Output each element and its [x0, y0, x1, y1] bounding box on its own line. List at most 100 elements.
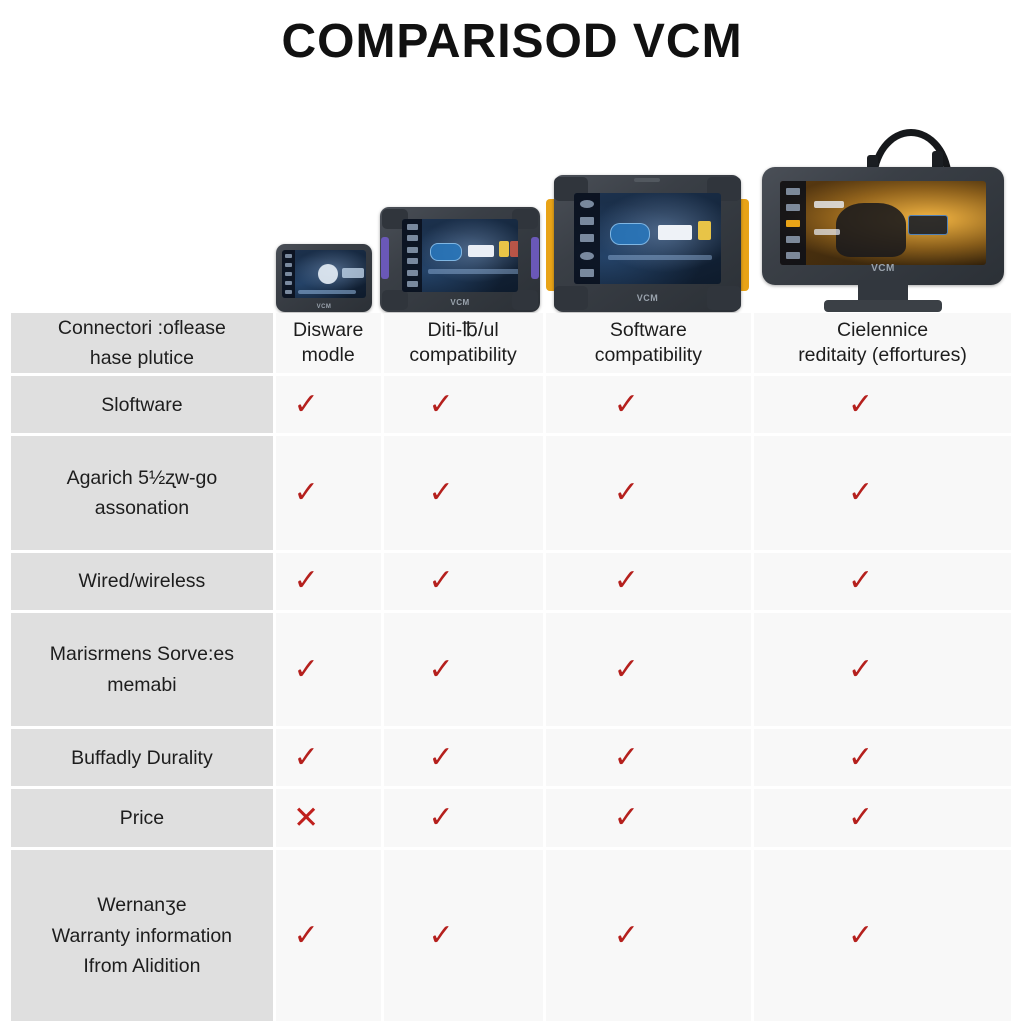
row-label-5: Buffadly Durality: [11, 729, 273, 787]
row-label-7: Wernanʒe Warranty information Ifrom Alid…: [11, 850, 273, 1021]
row-label-1-line-1: Sloftware: [101, 393, 183, 416]
column-header-1-line-1: Disware: [292, 318, 364, 341]
device-2-logo: VCM: [450, 298, 470, 307]
cell-r5-c2: ✓: [383, 729, 543, 787]
tick-icon: ✓: [847, 386, 874, 422]
cell-r3-c3: ✓: [545, 552, 752, 610]
column-header-2-line-1: Diti-℔/ul: [427, 318, 499, 341]
device-2-accent-right: [531, 237, 539, 279]
device-4-screen-label: [814, 201, 844, 208]
comparison-table-wrapper: Connectori :oflease hase plutice Disware…: [8, 310, 1014, 1024]
tick-icon: ✓: [847, 563, 874, 599]
cell-r5-c4: ✓: [754, 729, 1011, 787]
device-3-screen-sidebar: [574, 193, 600, 284]
row-label-7-line-3: Ifrom Alidition: [83, 954, 201, 977]
tick-icon: ✓: [847, 475, 874, 511]
tick-icon: ✓: [613, 651, 639, 687]
tick-icon: ✓: [428, 386, 454, 422]
tick-icon: ✓: [613, 563, 639, 599]
cell-r6-c4: ✓: [754, 789, 1011, 848]
cell-r1-c3: ✓: [545, 376, 752, 434]
device-2-screen-tile-c: [510, 241, 518, 257]
device-4-screen: [780, 181, 986, 265]
column-header-4-line-1: Cielennice: [837, 318, 929, 341]
table-row: Wired/wireless ✓ ✓ ✓ ✓: [11, 552, 1011, 610]
device-3-screen: [574, 193, 721, 284]
tick-icon: ✓: [428, 739, 454, 775]
table-row: Agarich 5½ʐw-ɡo assonation ✓ ✓ ✓ ✓: [11, 436, 1011, 550]
cell-r6-c1: ✕: [275, 789, 381, 848]
cell-r7-c4: ✓: [754, 850, 1011, 1021]
device-2-screen-tile-b: [499, 241, 509, 257]
column-header-2-line-2: compatibility: [409, 344, 517, 367]
cell-r5-c3: ✓: [545, 729, 752, 787]
device-3-top-buttons: [634, 178, 660, 182]
column-header-3: Software compatibility: [545, 313, 752, 374]
cell-r6-c2: ✓: [383, 789, 543, 848]
tick-icon: ✓: [293, 563, 319, 599]
device-2-accent-left: [381, 237, 389, 279]
tick-icon: ✓: [847, 739, 874, 775]
corner-label-line-2: hase plutice: [89, 347, 194, 370]
tick-icon: ✓: [293, 386, 319, 422]
cell-r4-c4: ✓: [754, 612, 1011, 727]
device-2-screen-badge: [430, 243, 462, 261]
tick-icon: ✓: [847, 917, 874, 953]
cell-r6-c3: ✓: [545, 789, 752, 848]
device-2-screen-tile-a: [468, 245, 494, 257]
device-3-screen-badge: [610, 223, 650, 245]
tick-icon: ✓: [293, 651, 319, 687]
device-1-screen-sidebar: [282, 250, 295, 298]
device-4-screen-tool: [908, 215, 948, 235]
device-3-screen-tile-a: [658, 225, 692, 240]
device-2-rugged-tablet: VCM: [380, 207, 540, 312]
column-header-1: Disware modle: [275, 313, 381, 374]
device-2-screen: [402, 219, 518, 292]
device-1-compact-scanner: VCM: [276, 244, 372, 312]
tick-icon: ✓: [613, 800, 639, 836]
cell-r2-c4: ✓: [754, 436, 1011, 550]
table-row: Sloftware ✓ ✓ ✓ ✓: [11, 376, 1011, 434]
tick-icon: ✓: [293, 475, 319, 511]
cell-r4-c2: ✓: [383, 612, 543, 727]
device-image-strip: VCM VCM VCM VCM: [0, 82, 1024, 312]
cell-r7-c2: ✓: [383, 850, 543, 1021]
table-row: Buffadly Durality ✓ ✓ ✓ ✓: [11, 729, 1011, 787]
row-label-4-line-2: memabi: [107, 673, 177, 696]
device-1-screen-dial: [318, 264, 338, 284]
cell-r1-c2: ✓: [383, 376, 543, 434]
cell-r3-c2: ✓: [383, 552, 543, 610]
tick-icon: ✓: [847, 800, 874, 836]
table-row: Wernanʒe Warranty information Ifrom Alid…: [11, 850, 1011, 1021]
device-4-screen-part: [836, 203, 906, 257]
tick-icon: ✓: [293, 739, 319, 775]
row-label-3-line-1: Wired/wireless: [78, 570, 206, 593]
table-row: Price ✕ ✓ ✓ ✓: [11, 789, 1011, 848]
cell-r1-c4: ✓: [754, 376, 1011, 434]
device-3-logo: VCM: [636, 293, 659, 303]
tick-icon: ✓: [428, 475, 454, 511]
row-label-1: Sloftware: [11, 376, 273, 434]
row-label-2-line-2: assonation: [94, 497, 190, 520]
device-4-screen-button: [814, 229, 840, 235]
comparison-table: Connectori :oflease hase plutice Disware…: [8, 310, 1014, 1024]
tick-icon: ✓: [428, 563, 454, 599]
row-label-3: Wired/wireless: [11, 552, 273, 610]
row-label-5-line-1: Buffadly Durality: [71, 746, 213, 769]
column-header-4: Cielennice reditaity (effortures): [754, 313, 1011, 374]
tick-icon: ✓: [613, 917, 639, 953]
cell-r7-c3: ✓: [545, 850, 752, 1021]
row-label-4: Marisrmens Sorve:es memabi: [11, 612, 273, 727]
device-2-screen-bar: [428, 269, 518, 274]
tick-icon: ✓: [428, 651, 454, 687]
cell-r3-c4: ✓: [754, 552, 1011, 610]
cell-r3-c1: ✓: [275, 552, 381, 610]
column-header-3-line-1: Software: [609, 318, 687, 341]
cell-r2-c3: ✓: [545, 436, 752, 550]
device-3-screen-bar: [608, 255, 712, 260]
tick-icon: ✓: [293, 917, 319, 953]
device-3-rugged-tablet-yellow: VCM: [546, 175, 749, 312]
row-label-6-line-1: Price: [119, 807, 165, 830]
cell-r4-c1: ✓: [275, 612, 381, 727]
row-label-7-line-2: Warranty information: [51, 924, 233, 947]
